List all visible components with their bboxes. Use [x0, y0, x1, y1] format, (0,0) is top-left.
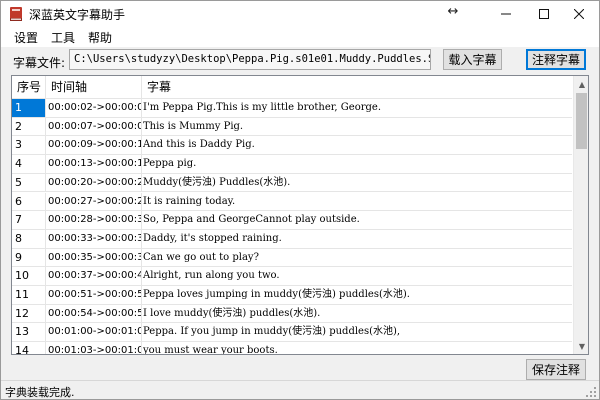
row-timeline-cell: 00:01:03->00:01:04 [46, 342, 142, 354]
row-index-cell: 3 [12, 136, 46, 155]
table-row[interactable]: 2 00:00:07->00:00:08 This is Mummy Pig. [12, 117, 572, 137]
row-index-cell: 13 [12, 323, 46, 342]
row-index-cell: 5 [12, 173, 46, 192]
scroll-down-button[interactable]: ▼ [574, 338, 588, 354]
column-header-subtitle[interactable]: 字幕 [142, 76, 572, 99]
row-timeline-cell: 00:00:35->00:00:37 [46, 248, 142, 267]
row-subtitle-cell: I love muddy(使污浊) puddles(水池). [143, 307, 321, 319]
column-header-timeline[interactable]: 时间轴 [46, 76, 142, 99]
book-icon [10, 7, 22, 21]
row-index-cell: 4 [12, 155, 46, 174]
row-timeline-cell: 00:00:09->00:00:10 [46, 136, 142, 155]
minimize-icon [501, 13, 511, 15]
table-row[interactable]: 5 00:00:20->00:00:22 Muddy(使污浊) Puddles(水池… [12, 173, 572, 193]
row-timeline-cell: 00:00:54->00:00:58 [46, 304, 142, 323]
status-text: 字典装载完成. [5, 386, 75, 399]
row-index-cell: 9 [12, 248, 46, 267]
load-subtitle-button[interactable]: 载入字幕 [443, 49, 502, 70]
row-subtitle-cell: Alright, run along you two. [143, 270, 280, 282]
row-subtitle-cell: Daddy, it's stopped raining. [143, 232, 282, 244]
table-row[interactable]: 13 00:01:00->00:01:03 Peppa. If you jump i… [12, 323, 572, 343]
row-subtitle-cell: Peppa. If you jump in muddy(使污浊) puddles… [143, 326, 401, 338]
row-timeline-cell: 00:01:00->00:01:03 [46, 323, 142, 342]
menu-settings[interactable]: 设置 [11, 29, 41, 46]
row-subtitle-cell: Peppa pig. [143, 158, 197, 170]
save-annotation-button[interactable]: 保存注释 [526, 359, 586, 380]
row-timeline-cell: 00:00:13->00:00:14 [46, 155, 142, 174]
status-bar: 字典装载完成. [1, 380, 599, 399]
row-timeline-cell: 00:00:02->00:00:06 [46, 99, 142, 117]
table-header: 序号 时间轴 字幕 [12, 76, 572, 99]
menu-tools[interactable]: 工具 [48, 29, 78, 46]
row-subtitle-cell: This is Mummy Pig. [143, 120, 244, 132]
resize-grip-icon[interactable] [585, 386, 597, 398]
row-subtitle-cell: It is raining today. [143, 195, 236, 207]
table-row[interactable]: 10 00:00:37->00:00:40 Alright, run along y… [12, 267, 572, 286]
row-subtitle-cell: Muddy(使污浊) Puddles(水池). [143, 176, 291, 188]
close-icon [574, 9, 584, 19]
row-index-cell: 8 [12, 229, 46, 248]
row-subtitle-cell: So, Peppa and GeorgeCannot play outside. [143, 214, 360, 226]
table-row[interactable]: 12 00:00:54->00:00:58 I love muddy(使污浊) pu… [12, 304, 572, 324]
column-header-index[interactable]: 序号 [12, 76, 46, 99]
window-title: 深蓝英文字幕助手 [29, 8, 126, 22]
table-row[interactable]: 9 00:00:35->00:00:37 Can we go out to play… [12, 248, 572, 268]
row-timeline-cell: 00:00:20->00:00:22 [46, 173, 142, 192]
row-timeline-cell: 00:00:37->00:00:40 [46, 267, 142, 286]
chevron-down-icon: ▼ [578, 341, 586, 351]
app-window: 深蓝英文字幕助手 ↔ 设置 工具 帮助 字幕文件: C:\Users\study… [0, 0, 600, 400]
table-row[interactable]: 1 00:00:02->00:00:06 I'm Peppa Pig.This is… [12, 99, 572, 118]
row-index-cell: 10 [12, 267, 46, 286]
title-bar[interactable]: 深蓝英文字幕助手 ↔ [1, 1, 599, 27]
table-row[interactable]: 14 00:01:03->00:01:04 you must wear your b… [12, 342, 572, 355]
row-index-cell: 11 [12, 286, 46, 304]
row-index-cell: 7 [12, 211, 46, 230]
table-row[interactable]: 4 00:00:13->00:00:14 Peppa pig. [12, 155, 572, 174]
scroll-thumb[interactable] [576, 93, 587, 149]
row-subtitle-cell: I'm Peppa Pig.This is my little brother,… [143, 102, 381, 113]
row-timeline-cell: 00:00:33->00:00:35 [46, 229, 142, 248]
table-row[interactable]: 7 00:00:28->00:00:31 So, Peppa and GeorgeC… [12, 211, 572, 230]
row-index-cell: 2 [12, 117, 46, 136]
close-button[interactable] [556, 1, 599, 27]
table-row[interactable]: 8 00:00:33->00:00:35 Daddy, it's stopped r… [12, 229, 572, 249]
menu-help[interactable]: 帮助 [85, 29, 115, 46]
subtitle-file-path-field[interactable]: C:\Users\studyzy\Desktop\Peppa.Pig.s01e0… [69, 49, 431, 70]
row-index-cell: 1 [12, 99, 46, 117]
table-row[interactable]: 11 00:00:51->00:00:53 Peppa loves jumping … [12, 286, 572, 305]
row-timeline-cell: 00:00:27->00:00:28 [46, 192, 142, 211]
chevron-up-icon: ▲ [578, 79, 586, 89]
row-index-cell: 12 [12, 304, 46, 323]
table-body: 1 00:00:02->00:00:06 I'm Peppa Pig.This is… [12, 99, 572, 355]
scroll-up-button[interactable]: ▲ [574, 76, 588, 92]
row-subtitle-cell: Can we go out to play? [143, 251, 259, 263]
row-timeline-cell: 00:00:07->00:00:08 [46, 117, 142, 136]
subtitle-file-label: 字幕文件: [13, 56, 66, 70]
menu-bar: 设置 工具 帮助 [1, 27, 599, 47]
row-subtitle-cell: Peppa loves jumping in muddy(使污浊) puddle… [143, 289, 410, 300]
row-index-cell: 14 [12, 342, 46, 354]
vertical-scrollbar[interactable]: ▲ ▼ [573, 76, 588, 354]
maximize-icon [539, 9, 549, 19]
annotate-subtitle-button[interactable]: 注释字幕 [526, 49, 586, 70]
resize-arrows-icon: ↔ [447, 4, 459, 19]
row-subtitle-cell: And this is Daddy Pig. [143, 139, 255, 151]
row-subtitle-cell: you must wear your boots. [143, 345, 278, 355]
subtitle-table[interactable]: 序号 时间轴 字幕 1 00:00:02->00:00:06 I'm Peppa P… [11, 75, 589, 355]
table-row[interactable]: 3 00:00:09->00:00:10 And this is Daddy Pig… [12, 136, 572, 156]
row-index-cell: 6 [12, 192, 46, 211]
row-timeline-cell: 00:00:51->00:00:53 [46, 286, 142, 304]
table-row[interactable]: 6 00:00:27->00:00:28 It is raining today. [12, 192, 572, 212]
row-timeline-cell: 00:00:28->00:00:31 [46, 211, 142, 230]
